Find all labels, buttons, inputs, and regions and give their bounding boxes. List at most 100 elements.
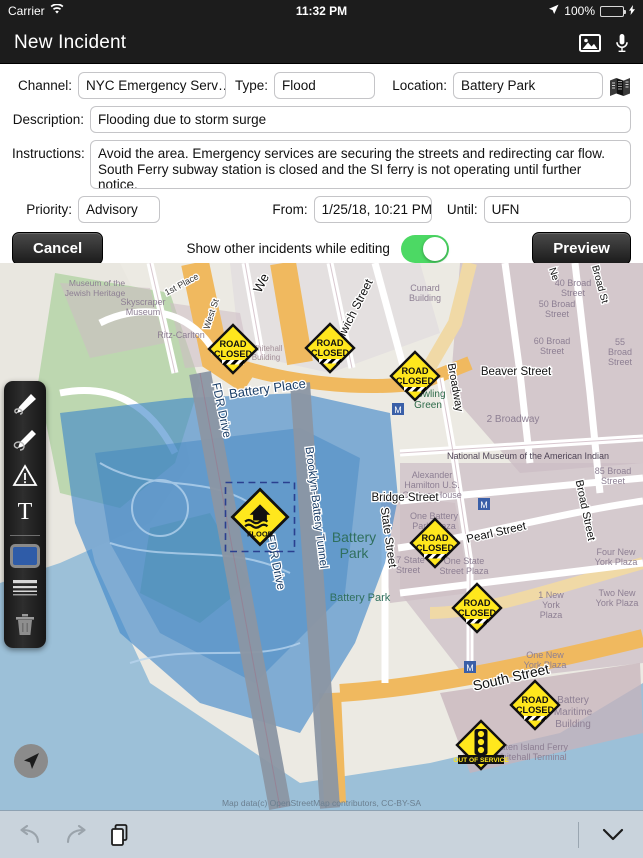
marker-tool[interactable] <box>7 425 43 455</box>
channel-label: Channel: <box>17 78 72 93</box>
map-place-label: Battery Park <box>330 592 391 604</box>
toolbar-divider <box>578 821 579 848</box>
preview-button[interactable]: Preview <box>532 232 631 265</box>
sign-text: ROAD <box>421 533 448 543</box>
copy-icon[interactable] <box>110 823 130 846</box>
map-place-label: York <box>542 600 560 610</box>
locate-me-button[interactable] <box>14 744 48 778</box>
text-tool[interactable]: T <box>7 497 43 527</box>
drawing-toolbar[interactable]: T <box>4 381 46 648</box>
map-place-label: Battery <box>557 695 589 706</box>
map-place-label: Museum <box>126 307 161 317</box>
map-street-label: Bridge Street <box>371 492 439 504</box>
location-input[interactable]: Battery Park <box>453 72 603 99</box>
from-label: From: <box>272 202 308 217</box>
map-place-label: Green <box>414 400 442 411</box>
type-label: Type: <box>234 78 268 93</box>
barricade-glyph <box>524 716 546 721</box>
status-bar-right: 100% <box>548 4 635 18</box>
map-place-label: Battery <box>332 529 376 545</box>
sign-text: CLOSED <box>396 376 435 386</box>
description-input[interactable]: Flooding due to storm surge <box>90 106 631 133</box>
status-bar: Carrier 11:32 PM 100% <box>0 0 643 22</box>
map-place-label: Street <box>540 346 565 356</box>
sign-text: CLOSED <box>458 608 497 618</box>
sign-text: OUT OF SERVICE <box>453 757 509 764</box>
map-place-label: Building <box>409 293 441 303</box>
from-input[interactable]: 1/25/18, 10:21 PM <box>313 196 432 223</box>
map-place-label: Broad <box>608 347 632 357</box>
microphone-icon[interactable] <box>615 33 629 53</box>
type-input[interactable]: Flood <box>274 72 375 99</box>
battery-percent-label: 100% <box>564 4 595 18</box>
sign-text: CLOSED <box>214 349 253 359</box>
map-place-label: 55 <box>615 337 625 347</box>
map-place-label: 60 Broad <box>534 336 571 346</box>
page-title: New Incident <box>14 31 127 53</box>
map-place-label: Maritime <box>554 707 593 718</box>
barricade-glyph <box>404 387 426 392</box>
map-place-label: Building <box>252 353 280 362</box>
incident-map[interactable]: M M M Museum of the Jewish Heritage Skyscr… <box>0 263 643 810</box>
map-place-label: One State <box>444 556 485 566</box>
map-place-label: Skyscraper <box>120 297 165 307</box>
sign-text: ROAD <box>463 598 490 608</box>
chevron-down-icon[interactable] <box>601 827 625 843</box>
until-input[interactable]: UFN <box>483 196 631 223</box>
trash-icon[interactable] <box>7 610 43 640</box>
map-place-label: Street <box>396 565 421 575</box>
description-row: Description: Flooding due to storm surge <box>12 106 631 133</box>
map-place-label: 85 Broad <box>595 466 632 476</box>
location-arrow-icon <box>548 4 559 18</box>
map-place-label: Building <box>555 719 591 730</box>
map-place-label: Alexander <box>412 470 453 480</box>
instructions-input[interactable]: Avoid the area. Emergency services are s… <box>90 140 631 189</box>
battery-icon <box>600 5 626 17</box>
pen-tool[interactable] <box>7 389 43 419</box>
map-place-label: York Plaza <box>596 598 639 608</box>
wifi-icon <box>50 3 64 18</box>
map-place-label: Street <box>608 357 633 367</box>
show-other-incidents-toggle[interactable] <box>400 234 449 263</box>
map-place-label: 50 Broad <box>539 299 576 309</box>
map-place-label: National Museum of the American Indian <box>447 451 609 461</box>
sign-text: CLOSED <box>416 543 455 553</box>
description-label: Description: <box>12 112 84 127</box>
map-place-label: Street <box>601 476 626 486</box>
incident-form: Channel: NYC Emergency Serv… Type: Flood… <box>0 64 643 274</box>
map-place-label: Jewish Heritage <box>65 288 126 298</box>
cancel-button[interactable]: Cancel <box>12 232 104 265</box>
color-swatch[interactable] <box>10 544 40 568</box>
priority-input[interactable]: Advisory <box>78 196 160 223</box>
undo-icon[interactable] <box>18 824 42 845</box>
form-action-row: Cancel Show other incidents while editin… <box>12 232 631 265</box>
navigation-actions <box>579 33 629 53</box>
map-place-label: 40 Broad <box>555 278 592 288</box>
barricade-glyph <box>319 359 341 364</box>
map-place-label: Two New <box>598 588 636 598</box>
sign-text: FLOOD <box>247 530 274 539</box>
barricade-glyph <box>222 360 244 365</box>
map-picker-icon[interactable] <box>609 76 631 96</box>
map-place-label: York Plaza <box>595 557 638 567</box>
map-street-label: Beaver Street <box>481 366 552 378</box>
svg-text:M: M <box>480 500 488 510</box>
svg-text:M: M <box>466 663 474 673</box>
priority-label: Priority: <box>26 202 72 217</box>
show-other-incidents-label: Show other incidents while editing <box>186 241 390 256</box>
map-canvas[interactable]: M M M Museum of theJewish HeritageSkyscr… <box>0 263 643 810</box>
sign-text: CLOSED <box>516 705 555 715</box>
warning-triangle-icon[interactable] <box>7 461 43 491</box>
instructions-row: Instructions: Avoid the area. Emergency … <box>12 140 631 189</box>
line-weight-icon[interactable] <box>7 574 43 604</box>
map-place-label: 2 Broadway <box>487 414 540 425</box>
carrier-label: Carrier <box>8 4 45 18</box>
sign-text: ROAD <box>521 695 548 705</box>
map-place-label: One New <box>526 650 564 660</box>
status-bar-left: Carrier <box>8 3 64 18</box>
channel-input[interactable]: NYC Emergency Serv… <box>78 72 226 99</box>
photo-icon[interactable] <box>579 33 601 52</box>
redo-icon[interactable] <box>64 824 88 845</box>
priority-dates-row: Priority: Advisory From: 1/25/18, 10:21 … <box>12 196 631 223</box>
until-label: Until: <box>446 202 478 217</box>
